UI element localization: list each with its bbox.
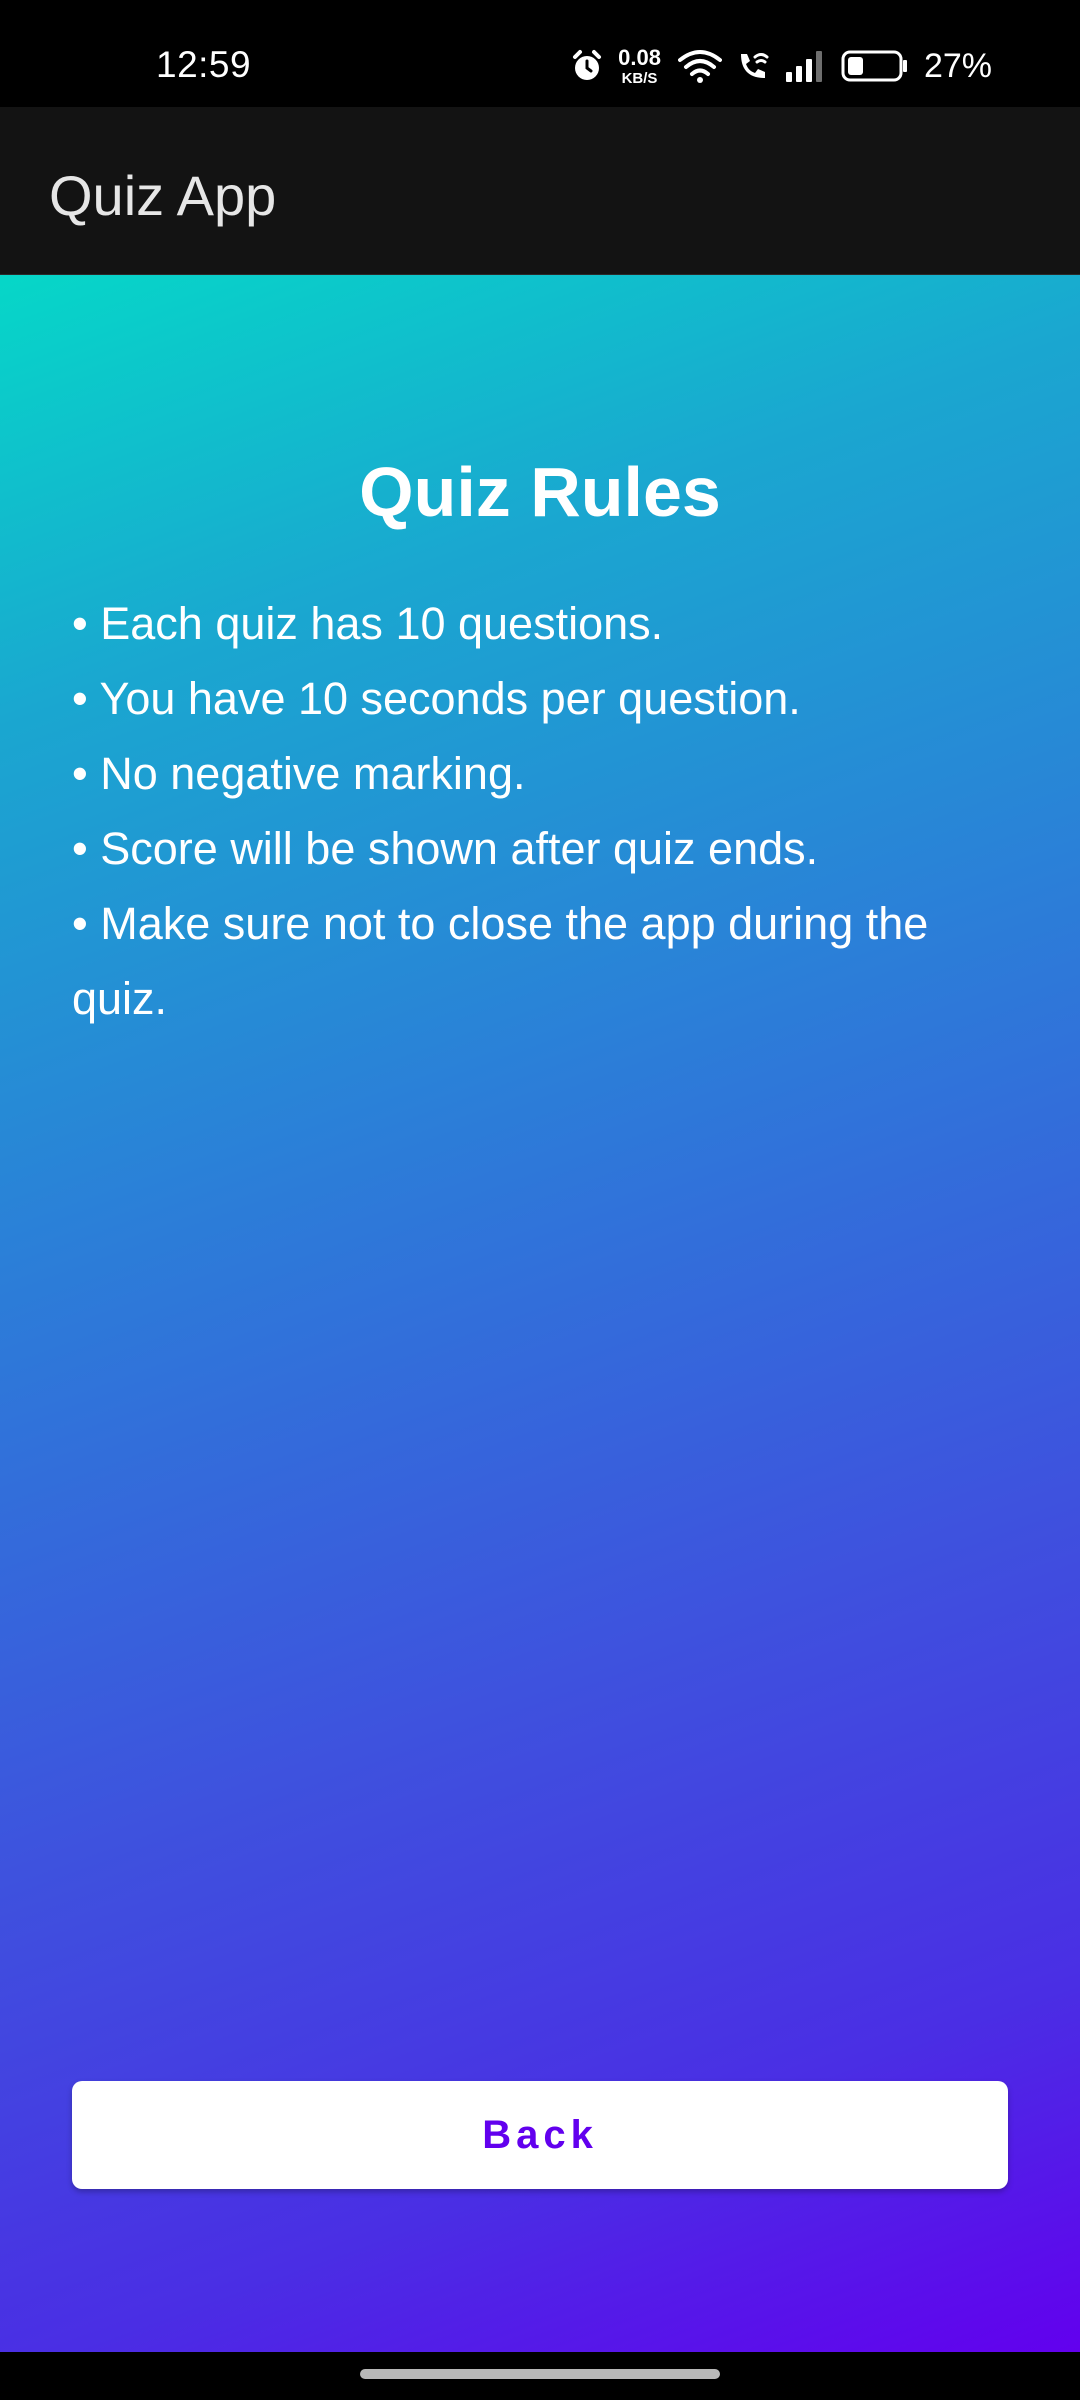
rule-item: • Each quiz has 10 questions.: [72, 598, 664, 649]
rule-item: • Make sure not to close the app during …: [72, 898, 929, 1024]
home-gesture-handle[interactable]: [360, 2369, 720, 2379]
rules-list: • Each quiz has 10 questions. • You have…: [72, 586, 1012, 1036]
rules-screen: Quiz Rules • Each quiz has 10 questions.…: [0, 275, 1080, 2352]
status-icons: 0.08 KB/S 27%: [569, 44, 992, 88]
signal-icon: [784, 48, 828, 84]
status-bar: 12:59 0.08 KB/S 27%: [0, 0, 1080, 107]
screen: 12:59 0.08 KB/S 27% Quiz App Quiz Rules …: [0, 0, 1080, 2400]
net-speed-unit: KB/S: [621, 69, 658, 87]
rule-item: • No negative marking.: [72, 748, 526, 799]
alarm-icon: [569, 48, 605, 84]
rule-item: • Score will be shown after quiz ends.: [72, 823, 819, 874]
app-bar: Quiz App: [0, 107, 1080, 275]
battery-icon: [841, 48, 909, 84]
app-title: Quiz App: [49, 164, 277, 227]
back-button[interactable]: Back: [72, 2081, 1008, 2189]
rules-title: Quiz Rules: [359, 453, 721, 531]
rule-item: • You have 10 seconds per question.: [72, 673, 801, 724]
net-speed-value: 0.08: [618, 44, 661, 70]
navigation-bar: [0, 2352, 1080, 2400]
battery-percent: 27%: [923, 46, 992, 85]
wifi-icon: [677, 48, 722, 84]
wifi-calling-icon: [735, 48, 771, 84]
net-speed: 0.08 KB/S: [618, 44, 661, 87]
status-time: 12:59: [156, 44, 252, 85]
